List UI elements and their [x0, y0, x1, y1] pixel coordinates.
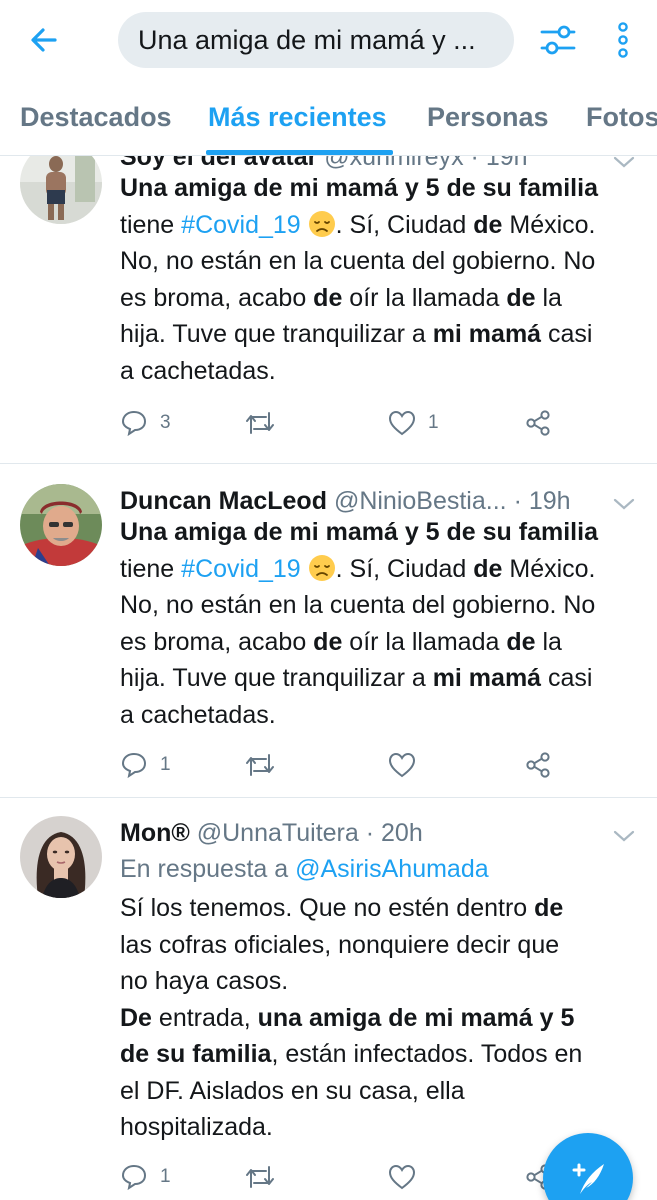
tab-personas[interactable]: Personas [427, 102, 549, 133]
tweet-actions: 1 [120, 1160, 560, 1194]
tweet-header: Duncan MacLeod @NinioBestia... · 19h [120, 484, 600, 518]
top-app-bar: Una amiga de mi mamá y ... [0, 0, 657, 80]
like-button[interactable] [388, 748, 428, 782]
reply-prefix: En respuesta a [120, 855, 296, 883]
more-vertical-icon [618, 22, 628, 58]
heart-icon [388, 410, 416, 436]
reply-count: 1 [160, 1166, 171, 1187]
more-options-button[interactable] [605, 18, 641, 62]
avatar[interactable] [20, 484, 102, 566]
retweet-icon [246, 1166, 274, 1188]
reply-icon [121, 410, 147, 437]
tweet[interactable]: Duncan MacLeod @NinioBestia... · 19h Una… [0, 464, 657, 798]
compose-tweet-icon [572, 1163, 604, 1194]
tweet-time: 19h [485, 156, 528, 171]
avatar[interactable] [20, 156, 102, 224]
tweet-text: Sí los tenemos. Que no estén dentro de l… [120, 894, 583, 1141]
separator-dot: · [365, 819, 375, 847]
tweet-header: Mon® @UnnaTuitera · 20h [120, 816, 600, 850]
hashtag-link[interactable]: #Covid_19 [181, 211, 301, 239]
like-button[interactable] [388, 1160, 428, 1194]
heart-icon [388, 1164, 416, 1190]
heart-icon [388, 752, 416, 778]
reply-count: 3 [160, 412, 171, 433]
tweet-actions: 1 [120, 748, 560, 782]
share-icon [526, 752, 550, 778]
tweet-text: Una amiga de mi mamá y 5 de su familia t… [120, 174, 598, 385]
chevron-down-icon[interactable] [612, 494, 636, 514]
retweet-icon [246, 412, 274, 434]
share-button[interactable] [524, 406, 552, 440]
share-button[interactable] [524, 748, 552, 782]
tab-destacados[interactable]: Destacados [20, 102, 172, 133]
disappointed-face-emoji-icon [308, 210, 335, 237]
tweet-actions: 3 1 [120, 406, 560, 440]
reply-button[interactable]: 3 [120, 406, 171, 440]
share-icon [526, 410, 550, 436]
sliders-icon [540, 25, 576, 55]
display-name[interactable]: Mon® [120, 819, 190, 847]
search-tabs: Destacados Más recientes Personas Fotos [0, 80, 657, 156]
separator-dot: · [470, 156, 479, 171]
tab-fotos[interactable]: Fotos [586, 102, 657, 133]
retweet-button[interactable] [244, 1160, 288, 1194]
retweet-icon [246, 754, 274, 776]
reply-count: 1 [160, 754, 171, 775]
tab-mas-recientes[interactable]: Más recientes [208, 102, 387, 133]
tweet-feed[interactable]: Soy el del avatar @xunmireyx · 19h Una a… [0, 156, 657, 1200]
separator-dot: · [513, 487, 522, 515]
retweet-button[interactable] [244, 748, 288, 782]
hashtag-link[interactable]: #Covid_19 [181, 555, 301, 583]
user-handle[interactable]: @NinioBestia... [334, 487, 507, 515]
tweet-text: Una amiga de mi mamá y 5 de su familia t… [120, 518, 598, 729]
reply-icon [121, 752, 147, 779]
reply-icon [121, 1164, 147, 1191]
display-name[interactable]: Duncan MacLeod [120, 487, 327, 515]
reply-button[interactable]: 1 [120, 748, 171, 782]
reply-button[interactable]: 1 [120, 1160, 171, 1194]
like-count: 1 [428, 412, 439, 433]
tweet-time: 19h [528, 487, 571, 515]
search-filter-button[interactable] [536, 20, 580, 60]
back-button[interactable] [24, 22, 64, 58]
chevron-down-icon[interactable] [612, 826, 636, 846]
search-query-text: Una amiga de mi mamá y ... [138, 24, 476, 55]
reply-context: En respuesta a @AsirisAhumada [120, 852, 489, 886]
retweet-button[interactable] [244, 406, 288, 440]
search-input[interactable]: Una amiga de mi mamá y ... [118, 12, 514, 68]
avatar[interactable] [20, 816, 102, 898]
tweet[interactable]: Soy el del avatar @xunmireyx · 19h Una a… [0, 156, 657, 464]
active-tab-indicator [206, 150, 393, 155]
display-name[interactable]: Soy el del avatar [120, 156, 317, 171]
like-button[interactable]: 1 [388, 406, 439, 440]
user-handle[interactable]: @UnnaTuitera [197, 819, 359, 847]
disappointed-face-emoji-icon [308, 554, 335, 581]
tweet-time: 20h [381, 819, 423, 847]
user-handle[interactable]: @xunmireyx [324, 156, 463, 171]
tweet[interactable]: Mon® @UnnaTuitera · 20h En respuesta a @… [0, 798, 657, 1200]
mention-link[interactable]: @AsirisAhumada [295, 855, 489, 883]
arrow-left-icon [31, 28, 57, 52]
